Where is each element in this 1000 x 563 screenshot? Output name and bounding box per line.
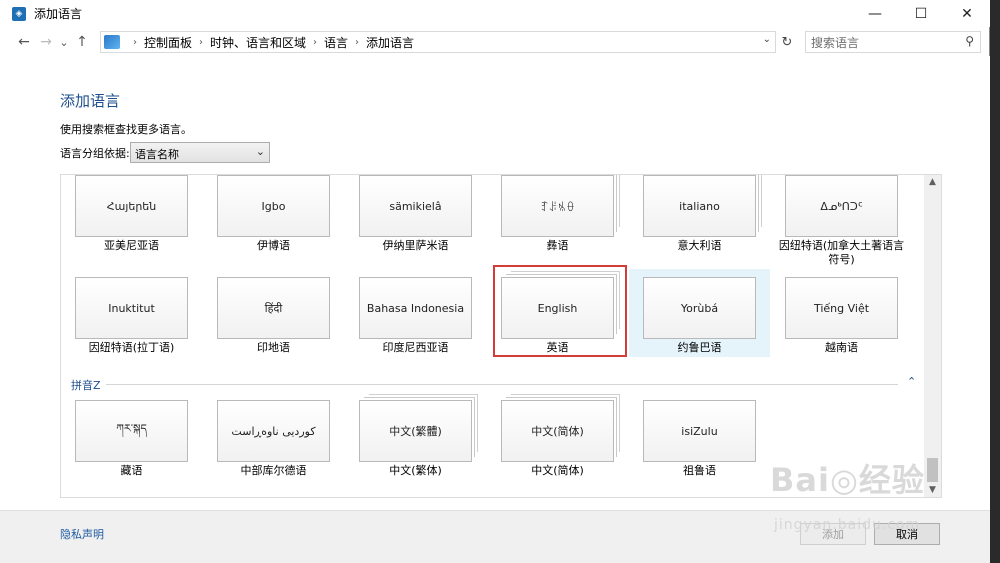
search-placeholder: 搜索语言 bbox=[811, 35, 860, 50]
breadcrumb-add-language[interactable]: 添加语言 bbox=[366, 34, 414, 51]
section-header-pinyin-z[interactable]: 拼音Z bbox=[71, 377, 101, 393]
breadcrumb: › 控制面板 › 时钟、语言和区域 › 语言 › 添加语言 bbox=[126, 34, 414, 51]
window-controls: — ☐ ✕ bbox=[852, 0, 990, 27]
language-name: 伊纳里萨米语 bbox=[382, 239, 449, 252]
scroll-up-arrow-icon[interactable]: ▲ bbox=[924, 177, 941, 187]
language-name: 越南语 bbox=[825, 341, 858, 354]
language-native-name-card: 中文(繁體) bbox=[359, 400, 472, 462]
language-name: 意大利语 bbox=[677, 239, 722, 252]
breadcrumb-separator-icon[interactable]: › bbox=[133, 37, 137, 48]
search-icon[interactable]: ⚲ bbox=[965, 34, 974, 48]
language-name: 约鲁巴语 bbox=[677, 341, 722, 354]
breadcrumb-clock-language-region[interactable]: 时钟、语言和区域 bbox=[210, 34, 306, 51]
language-native-name-card: हिंदी bbox=[217, 277, 330, 339]
recent-locations-chevron-icon[interactable]: ⌄ bbox=[57, 31, 71, 53]
page-title: 添加语言 bbox=[60, 92, 121, 110]
language-tile[interactable]: ᐃᓄᒃᑎᑐᑦ 因纽特语(加拿大土著语言符号) bbox=[771, 175, 912, 271]
language-tile[interactable]: sämikielâ 伊纳里萨米语 bbox=[345, 175, 486, 271]
language-name: 中部库尔德语 bbox=[240, 464, 307, 477]
annotation-highlight-box bbox=[493, 265, 627, 357]
close-button[interactable]: ✕ bbox=[944, 0, 990, 27]
language-native-name-card: Tiếng Việt bbox=[785, 277, 898, 339]
language-tile[interactable]: ꆈꌠꁱꂷ 彝语 bbox=[487, 175, 628, 271]
language-tile[interactable]: کوردیی ناوەڕاست 中部库尔德语 bbox=[203, 396, 344, 496]
forward-arrow-icon[interactable]: → bbox=[35, 31, 57, 53]
language-native-name-card: ཀར་སྐད bbox=[75, 400, 188, 462]
minimize-button[interactable]: — bbox=[852, 0, 898, 27]
language-native-name-card: sämikielâ bbox=[359, 175, 472, 237]
window-title: 添加语言 bbox=[34, 7, 83, 21]
language-tile[interactable]: Bahasa Indonesia 印度尼西亚语 bbox=[345, 273, 486, 373]
add-language-window: ◈ 添加语言 — ☐ ✕ ← → ⌄ ↑ › 控制面板 › 时钟、语言和区域 ›… bbox=[0, 0, 990, 563]
maximize-button[interactable]: ☐ bbox=[898, 0, 944, 27]
privacy-statement-link[interactable]: 隐私声明 bbox=[60, 526, 104, 542]
scrollbar-thumb[interactable] bbox=[927, 458, 938, 482]
language-name: 伊博语 bbox=[257, 239, 290, 252]
page-description: 使用搜索框查找更多语言。 bbox=[60, 123, 192, 136]
breadcrumb-language[interactable]: 语言 bbox=[324, 34, 348, 51]
language-name: 中文(繁体) bbox=[389, 464, 442, 477]
language-tile[interactable]: हिंदी 印地语 bbox=[203, 273, 344, 373]
section-divider bbox=[106, 384, 898, 385]
language-native-name-card: Bahasa Indonesia bbox=[359, 277, 472, 339]
language-native-name-card: ꆈꌠꁱꂷ bbox=[501, 175, 614, 237]
language-name: 因纽特语(拉丁语) bbox=[88, 341, 175, 354]
vertical-scrollbar[interactable]: ▲ ▼ bbox=[924, 175, 941, 497]
address-bar[interactable]: › 控制面板 › 时钟、语言和区域 › 语言 › 添加语言 ⌄ bbox=[100, 31, 776, 53]
breadcrumb-separator-icon[interactable]: › bbox=[313, 37, 317, 48]
group-by-select[interactable]: 语言名称 ⌄ bbox=[130, 142, 270, 163]
language-tile[interactable]: 中文(繁體) 中文(繁体) bbox=[345, 396, 486, 496]
language-native-name-card: Yorùbá bbox=[643, 277, 756, 339]
language-list-panel: Հայերեն 亚美尼亚语 Igbo 伊博语 sämikielâ 伊纳里萨米语 … bbox=[60, 174, 942, 498]
control-panel-app-icon: ◈ bbox=[12, 6, 26, 21]
language-native-name-card: Igbo bbox=[217, 175, 330, 237]
dialog-footer: 隐私声明 添加 取消 bbox=[0, 510, 990, 563]
breadcrumb-separator-icon[interactable]: › bbox=[355, 37, 359, 48]
language-tile[interactable]: isiZulu 祖鲁语 bbox=[629, 396, 770, 496]
language-tile-hovered[interactable]: Yorùbá 约鲁巴语 bbox=[629, 269, 770, 357]
language-native-name-card: کوردیی ناوەڕاست bbox=[217, 400, 330, 462]
breadcrumb-control-panel[interactable]: 控制面板 bbox=[144, 34, 192, 51]
add-button[interactable]: 添加 bbox=[800, 523, 866, 545]
language-name: 祖鲁语 bbox=[683, 464, 716, 477]
breadcrumb-separator-icon[interactable]: › bbox=[199, 37, 203, 48]
language-name: 藏语 bbox=[120, 464, 143, 477]
language-tile[interactable]: Tiếng Việt 越南语 bbox=[771, 273, 912, 373]
language-tile[interactable]: Igbo 伊博语 bbox=[203, 175, 344, 271]
language-tile[interactable]: ཀར་སྐད 藏语 bbox=[61, 396, 202, 496]
up-arrow-icon[interactable]: ↑ bbox=[71, 31, 93, 53]
language-native-name-card: 中文(简体) bbox=[501, 400, 614, 462]
language-name: 中文(简体) bbox=[531, 464, 584, 477]
main-content: 添加语言 使用搜索框查找更多语言。 语言分组依据: 语言名称 ⌄ Հայերեն… bbox=[0, 56, 990, 510]
scroll-down-arrow-icon[interactable]: ▼ bbox=[924, 485, 941, 495]
language-native-name-card: Inuktitut bbox=[75, 277, 188, 339]
language-native-name-card: Հայերեն bbox=[75, 175, 188, 237]
language-name: 印地语 bbox=[257, 341, 290, 354]
address-dropdown-chevron-icon[interactable]: ⌄ bbox=[763, 34, 771, 45]
chevron-down-icon: ⌄ bbox=[255, 145, 265, 158]
language-native-name-card: italiano bbox=[643, 175, 756, 237]
language-name: 印度尼西亚语 bbox=[382, 341, 449, 354]
collapse-section-chevron-icon[interactable]: ⌃ bbox=[907, 375, 916, 388]
back-arrow-icon[interactable]: ← bbox=[13, 31, 35, 53]
navigation-bar: ← → ⌄ ↑ › 控制面板 › 时钟、语言和区域 › 语言 › 添加语言 ⌄ … bbox=[0, 28, 990, 56]
language-tile[interactable]: Inuktitut 因纽特语(拉丁语) bbox=[61, 273, 202, 373]
title-bar: ◈ 添加语言 — ☐ ✕ bbox=[0, 0, 990, 27]
language-name: 彝语 bbox=[546, 239, 569, 252]
language-name: 亚美尼亚语 bbox=[104, 239, 159, 252]
language-tile[interactable]: italiano 意大利语 bbox=[629, 175, 770, 271]
group-by-selected-value: 语言名称 bbox=[135, 148, 179, 161]
group-by-label: 语言分组依据: bbox=[60, 147, 130, 160]
language-tile[interactable]: 中文(简体) 中文(简体) bbox=[487, 396, 628, 496]
control-panel-icon bbox=[104, 35, 120, 49]
cancel-button[interactable]: 取消 bbox=[874, 523, 940, 545]
language-native-name-card: ᐃᓄᒃᑎᑐᑦ bbox=[785, 175, 898, 237]
search-input[interactable]: 搜索语言 ⚲ bbox=[805, 31, 981, 53]
language-native-name-card: isiZulu bbox=[643, 400, 756, 462]
language-tile[interactable]: Հայերեն 亚美尼亚语 bbox=[61, 175, 202, 271]
background-desktop-strip bbox=[990, 0, 1000, 563]
language-name: 因纽特语(加拿大土著语言符号) bbox=[778, 239, 905, 266]
refresh-icon[interactable]: ↻ bbox=[778, 31, 796, 53]
